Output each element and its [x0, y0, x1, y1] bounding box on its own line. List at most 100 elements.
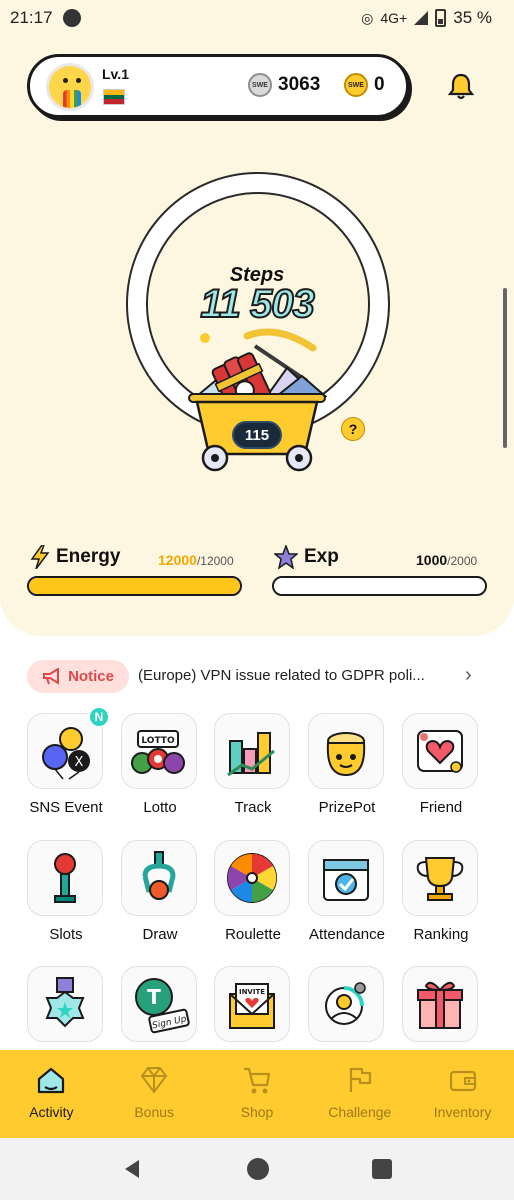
medal-tile[interactable] [27, 966, 103, 1042]
exp-title: Exp [274, 545, 339, 569]
notice-badge[interactable]: Notice [27, 660, 129, 693]
nav-item-activity[interactable]: Activity [0, 1050, 103, 1138]
silver-coin-balance: SWE 3063 [248, 73, 320, 97]
grid-item-lotto[interactable]: LOTTO Lotto [121, 713, 199, 816]
nav-item-inventory[interactable]: Inventory [411, 1050, 514, 1138]
cart-icon [243, 1067, 271, 1094]
exp-value: 1000/2000 [416, 552, 477, 568]
draw-tile[interactable] [121, 840, 197, 916]
mining-cart-icon[interactable] [187, 326, 327, 476]
sns-event-label: SNS Event [29, 799, 103, 816]
exp-current: 1000 [416, 552, 448, 568]
prizepot-tile[interactable] [308, 713, 384, 789]
invite-tile[interactable]: INVITE [214, 966, 290, 1042]
back-icon[interactable] [121, 1157, 145, 1181]
megaphone-icon [43, 667, 60, 685]
nav-label-challenge: Challenge [328, 1104, 392, 1120]
gold-coin-balance: SWE 0 [344, 73, 385, 97]
invite-tile-text: INVITE [239, 988, 265, 996]
recents-icon[interactable] [371, 1158, 393, 1180]
nav-item-shop[interactable]: Shop [206, 1050, 309, 1138]
silver-coin-count: 3063 [278, 74, 321, 95]
system-navigation-bar [0, 1138, 514, 1200]
svg-text:X: X [75, 755, 84, 770]
battery-icon [435, 9, 447, 27]
tether-signup-icon: T Sign Up [135, 978, 190, 1034]
nav-label-shop: Shop [240, 1104, 274, 1120]
avatar-rainbow-icon [63, 90, 81, 108]
grid-item-prizepot[interactable]: PrizePot [308, 713, 386, 816]
ranking-label: Ranking [413, 926, 469, 943]
joystick-lever-icon [54, 853, 76, 903]
grid-item-roulette[interactable]: Roulette [214, 840, 292, 943]
status-time: 21:17 [10, 8, 53, 27]
grid-item-draw[interactable]: Draw [121, 840, 199, 943]
avatar-eye-icon [63, 78, 68, 83]
trophy-icon [416, 857, 464, 901]
grid-item-friend[interactable]: Friend [402, 713, 480, 816]
friend-label: Friend [419, 799, 463, 816]
grid-item-signup[interactable]: T Sign Up [121, 966, 199, 1042]
user-level: Lv.1 [102, 66, 129, 82]
notice-text[interactable]: (Europe) VPN issue related to GDPR poli.… [138, 667, 438, 684]
exp-bar-fill [274, 578, 380, 594]
dashboard-panel: Lv.1 SWE 3063 SWE 0 Steps 11 503 115 ? E… [0, 36, 514, 636]
ranking-tile[interactable] [402, 840, 478, 916]
nav-item-challenge[interactable]: Challenge [308, 1050, 411, 1138]
grid-item-sns-event[interactable]: X N SNS Event [27, 706, 110, 816]
chevron-right-icon[interactable]: › [465, 664, 472, 687]
profile-gear-icon [325, 982, 366, 1025]
energy-value: 12000/12000 [158, 552, 234, 568]
track-tile[interactable] [214, 713, 290, 789]
scrollbar[interactable] [503, 288, 507, 448]
star-icon [274, 545, 298, 569]
grid-item-gift[interactable] [402, 966, 480, 1042]
grid-item-attendance[interactable]: Attendance [308, 840, 386, 943]
attendance-tile[interactable] [308, 840, 384, 916]
avatar-eye-icon [76, 78, 81, 83]
roulette-wheel-icon [227, 853, 277, 903]
nav-label-bonus: Bonus [134, 1104, 175, 1120]
roulette-label: Roulette [225, 926, 281, 943]
lotto-label: Lotto [143, 799, 177, 816]
grid-item-ranking[interactable]: Ranking [402, 840, 480, 943]
flag-icon [349, 1067, 371, 1092]
home-button-icon[interactable] [246, 1157, 270, 1181]
bell-icon[interactable] [447, 72, 475, 100]
home-icon [38, 1067, 65, 1094]
exp-max: /2000 [447, 554, 478, 568]
grid-item-profile[interactable] [308, 966, 386, 1042]
new-badge: N [88, 706, 110, 728]
nav-item-bonus[interactable]: Bonus [103, 1050, 206, 1138]
friend-tile[interactable] [402, 713, 478, 789]
avatar[interactable] [46, 63, 94, 111]
roulette-tile[interactable] [214, 840, 290, 916]
claw-icon [142, 851, 176, 900]
bottom-navigation: Activity Bonus Shop Challenge Inventory [0, 1050, 514, 1138]
nav-label-activity: Activity [29, 1104, 74, 1120]
lotto-balls-icon: LOTTO [131, 730, 185, 774]
lotto-tile[interactable]: LOTTO [121, 713, 197, 789]
grid-item-track[interactable]: Track [214, 713, 292, 816]
network-type: 4G+ [380, 10, 408, 26]
signup-tile[interactable]: T Sign Up [121, 966, 197, 1042]
sns-event-tile[interactable]: X N [27, 706, 110, 789]
slots-label: Slots [49, 926, 83, 943]
help-button[interactable]: ? [341, 417, 365, 441]
track-label: Track [234, 799, 272, 816]
gift-tile[interactable] [402, 966, 478, 1042]
svg-text:T: T [147, 985, 161, 1009]
slots-tile[interactable] [27, 840, 103, 916]
notice-label: Notice [68, 668, 114, 685]
lotto-tile-text: LOTTO [141, 736, 175, 746]
status-bar: 21:17 ◎ 4G+ 35 % [0, 0, 514, 36]
grid-item-medal[interactable] [27, 966, 105, 1042]
exp-bar [272, 576, 487, 596]
profile-tile[interactable] [308, 966, 384, 1042]
profile-card[interactable]: Lv.1 SWE 3063 SWE 0 [27, 54, 409, 118]
app-notification-icon [62, 9, 81, 27]
grid-item-slots[interactable]: Slots [27, 840, 105, 943]
grid-item-invite[interactable]: INVITE [214, 966, 292, 1042]
steps-count: 11 503 [199, 281, 315, 327]
diamond-icon [140, 1067, 168, 1094]
